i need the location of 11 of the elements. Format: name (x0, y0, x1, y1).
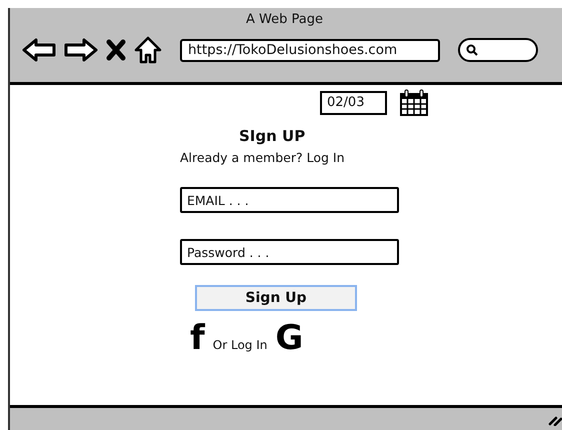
address-field[interactable]: https://TokoDelusionshoes.com (180, 38, 440, 62)
sign-up-button[interactable]: Sign Up (195, 285, 357, 311)
text-field[interactable]: EMAIL . . . (180, 187, 399, 213)
google-logo[interactable]: G (275, 321, 304, 355)
text-field[interactable]: Password . . . (180, 239, 399, 265)
date-field[interactable]: 02/03 (320, 91, 387, 115)
form-title: SIgn UP (239, 127, 306, 145)
facebook-logo[interactable]: f (190, 321, 205, 355)
window-title: A Web Page (246, 12, 323, 28)
or-log-in-text: Or Log In (212, 338, 268, 352)
login-prompt[interactable]: Already a member? Log In (180, 150, 345, 165)
